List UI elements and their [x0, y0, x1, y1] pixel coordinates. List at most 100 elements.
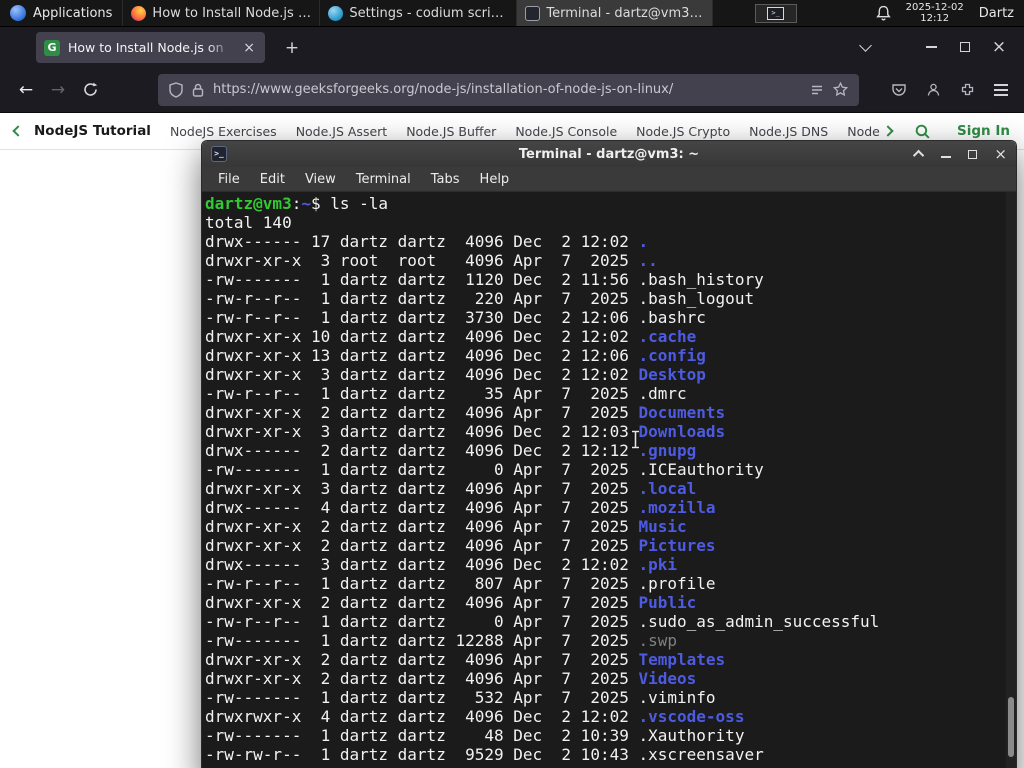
terminal-menu-item[interactable]: Help — [470, 169, 520, 190]
ls-entry-meta: drwxr-xr-x 2 dartz dartz 4096 Apr 7 2025 — [205, 536, 639, 555]
url-input[interactable]: https://www.geeksforgeeks.org/node-js/in… — [158, 73, 859, 106]
browser-minimize-button[interactable] — [914, 27, 948, 67]
ls-entry-name: .Xauthority — [638, 726, 745, 745]
nav-link-nodejs-tutorial[interactable]: NodeJS Tutorial — [34, 123, 151, 139]
prompt-user-host: dartz@vm3 — [205, 194, 292, 213]
terminal-maximize-button[interactable] — [968, 149, 978, 159]
terminal-menu-item[interactable]: View — [295, 169, 346, 190]
back-button[interactable]: ← — [10, 74, 42, 106]
ls-entry: drwxr-xr-x 10 dartz dartz 4096 Dec 2 12:… — [205, 327, 1004, 346]
scrollbar-thumb[interactable] — [1008, 697, 1014, 757]
ls-entry-name: Music — [638, 517, 687, 536]
ls-entry: -rw------- 1 dartz dartz 1120 Dec 2 11:5… — [205, 270, 1004, 289]
nav-scroll-left-icon[interactable] — [12, 125, 24, 137]
browser-maximize-button[interactable] — [948, 27, 982, 67]
ls-entry-meta: drwxr-xr-x 2 dartz dartz 4096 Apr 7 2025 — [205, 650, 639, 669]
ls-entry: -rw-rw-r-- 1 dartz dartz 9529 Dec 2 10:4… — [205, 745, 1004, 764]
ls-entry: drwx------ 3 dartz dartz 4096 Dec 2 12:0… — [205, 555, 1004, 574]
taskbar-window-button[interactable]: How to Install Node.js o... — [122, 0, 319, 26]
site-nav-link[interactable]: Node.JS Console — [515, 124, 617, 139]
ls-entry-name: .sudo_as_admin_successful — [638, 612, 880, 631]
reader-mode-icon[interactable] — [810, 83, 824, 97]
ls-entry: -rw-r--r-- 1 dartz dartz 0 Apr 7 2025 .s… — [205, 612, 1004, 631]
browser-close-button[interactable]: × — [982, 27, 1016, 67]
ls-entry-meta: -rw------- 1 dartz dartz 12288 Apr 7 202… — [205, 631, 639, 650]
terminal-menu-item[interactable]: File — [208, 169, 250, 190]
ls-entry-name: .bash_history — [638, 270, 764, 289]
site-nav-link[interactable]: Node.JS DNS — [749, 124, 828, 139]
ls-entry-name: Downloads — [638, 422, 726, 441]
bookmark-star-icon[interactable] — [833, 82, 848, 97]
ls-entry-meta: drwxr-xr-x 3 dartz dartz 4096 Dec 2 12:0… — [205, 422, 639, 441]
ls-entry: drwxr-xr-x 13 dartz dartz 4096 Dec 2 12:… — [205, 346, 1004, 365]
ls-entry-name: Public — [638, 593, 697, 612]
taskbar-window-button[interactable]: Terminal - dartz@vm3: ~ — [516, 0, 714, 26]
close-icon: × — [991, 36, 1007, 57]
terminal-close-button[interactable]: × — [994, 146, 1007, 162]
ls-entry-meta: drwxrwxr-x 4 dartz dartz 4096 Dec 2 12:0… — [205, 707, 639, 726]
ls-entry-name: .xscreensaver — [638, 745, 764, 764]
user-menu[interactable]: Dartz — [979, 6, 1014, 21]
shade-window-icon[interactable] — [913, 149, 925, 162]
ls-entry-meta: drwxr-xr-x 2 dartz dartz 4096 Apr 7 2025 — [205, 669, 639, 688]
ls-entry-meta: -rw------- 1 dartz dartz 1120 Dec 2 11:5… — [205, 270, 639, 289]
site-nav-link[interactable]: Node.JS Buffer — [406, 124, 496, 139]
site-nav-link[interactable]: Node.JS Crypto — [636, 124, 730, 139]
applications-menu-button[interactable]: Applications — [0, 0, 122, 26]
ls-entry-meta: drwxr-xr-x 3 dartz dartz 4096 Dec 2 12:0… — [205, 365, 639, 384]
site-nav-link[interactable]: Node.JS Assert — [296, 124, 388, 139]
ls-entry: -rw-r--r-- 1 dartz dartz 220 Apr 7 2025 … — [205, 289, 1004, 308]
ls-entry-meta: -rw-r--r-- 1 dartz dartz 807 Apr 7 2025 — [205, 574, 639, 593]
ls-entry-meta: -rw-r--r-- 1 dartz dartz 3730 Dec 2 12:0… — [205, 308, 639, 327]
tab-close-icon[interactable]: × — [241, 40, 257, 56]
panel-clock[interactable]: 2025-12-02 12:12 — [906, 2, 964, 24]
window-button-label: Terminal - dartz@vm3: ~ — [546, 5, 705, 21]
pocket-icon[interactable] — [891, 82, 907, 98]
terminal-scrollbar[interactable] — [1006, 192, 1016, 768]
nav-scroll-right-icon[interactable] — [882, 125, 894, 137]
window-icon — [328, 5, 344, 21]
ls-entry-meta: -rw-r--r-- 1 dartz dartz 220 Apr 7 2025 — [205, 289, 639, 308]
new-tab-button[interactable]: + — [279, 35, 305, 61]
tracking-protection-shield-icon[interactable] — [169, 81, 183, 98]
ls-entry-name: .local — [638, 479, 697, 498]
ls-entry: drwxr-xr-x 3 dartz dartz 4096 Dec 2 12:0… — [205, 365, 1004, 384]
terminal-screen[interactable]: dartz@vm3:~$ ls -la total 140 drwx------… — [202, 192, 1016, 768]
terminal-menu-item[interactable]: Tabs — [421, 169, 470, 190]
lock-icon[interactable] — [192, 83, 204, 97]
terminal-menu-item[interactable]: Terminal — [346, 169, 421, 190]
prompt-dollar: $ — [310, 194, 321, 213]
list-all-tabs-icon[interactable] — [859, 38, 872, 52]
ls-entry-name: .cache — [638, 327, 697, 346]
ls-entry-meta: drwxr-xr-x 3 dartz dartz 4096 Apr 7 2025 — [205, 479, 639, 498]
site-nav-link[interactable]: Node — [847, 124, 880, 139]
workspace-window-thumbnail: >_ — [767, 6, 785, 20]
reload-button[interactable] — [74, 74, 106, 106]
notification-bell-icon[interactable] — [875, 5, 891, 21]
search-icon[interactable] — [914, 123, 931, 140]
terminal-title: Terminal - dartz@vm3: ~ — [518, 146, 700, 162]
ls-entry-name: .viminfo — [638, 688, 716, 707]
panel-right-area: >_ 2025-12-02 12:12 Dartz — [754, 0, 1024, 26]
ls-entry: drwxr-xr-x 2 dartz dartz 4096 Apr 7 2025… — [205, 650, 1004, 669]
account-icon[interactable] — [926, 82, 941, 97]
terminal-minimize-button[interactable] — [941, 156, 952, 158]
site-nav-link[interactable]: NodeJS Exercises — [170, 124, 277, 139]
terminal-app-icon: >_ — [211, 146, 227, 162]
ls-entry: -rw-r--r-- 1 dartz dartz 3730 Dec 2 12:0… — [205, 308, 1004, 327]
ls-entry-name: Templates — [638, 650, 726, 669]
terminal-titlebar[interactable]: >_ Terminal - dartz@vm3: ~ × — [202, 141, 1016, 167]
app-menu-hamburger-icon[interactable] — [994, 83, 1008, 96]
ls-entry: drwxrwxr-x 4 dartz dartz 4096 Dec 2 12:0… — [205, 707, 1004, 726]
sign-in-button[interactable]: Sign In — [957, 123, 1010, 139]
top-panel: Applications How to Install Node.js o...… — [0, 0, 1024, 27]
extensions-puzzle-icon[interactable] — [960, 82, 975, 97]
ls-entry-meta: -rw-rw-r-- 1 dartz dartz 9529 Dec 2 10:4… — [205, 745, 639, 764]
ls-entry-name: .ICEauthority — [638, 460, 764, 479]
terminal-menu-item[interactable]: Edit — [250, 169, 295, 190]
ls-entry-meta: -rw------- 1 dartz dartz 532 Apr 7 2025 — [205, 688, 639, 707]
browser-tab-active[interactable]: G How to Install Node.js on × — [36, 32, 265, 63]
taskbar-window-button[interactable]: Settings - codium script... — [319, 0, 516, 26]
workspace-switcher[interactable]: >_ — [754, 3, 797, 23]
